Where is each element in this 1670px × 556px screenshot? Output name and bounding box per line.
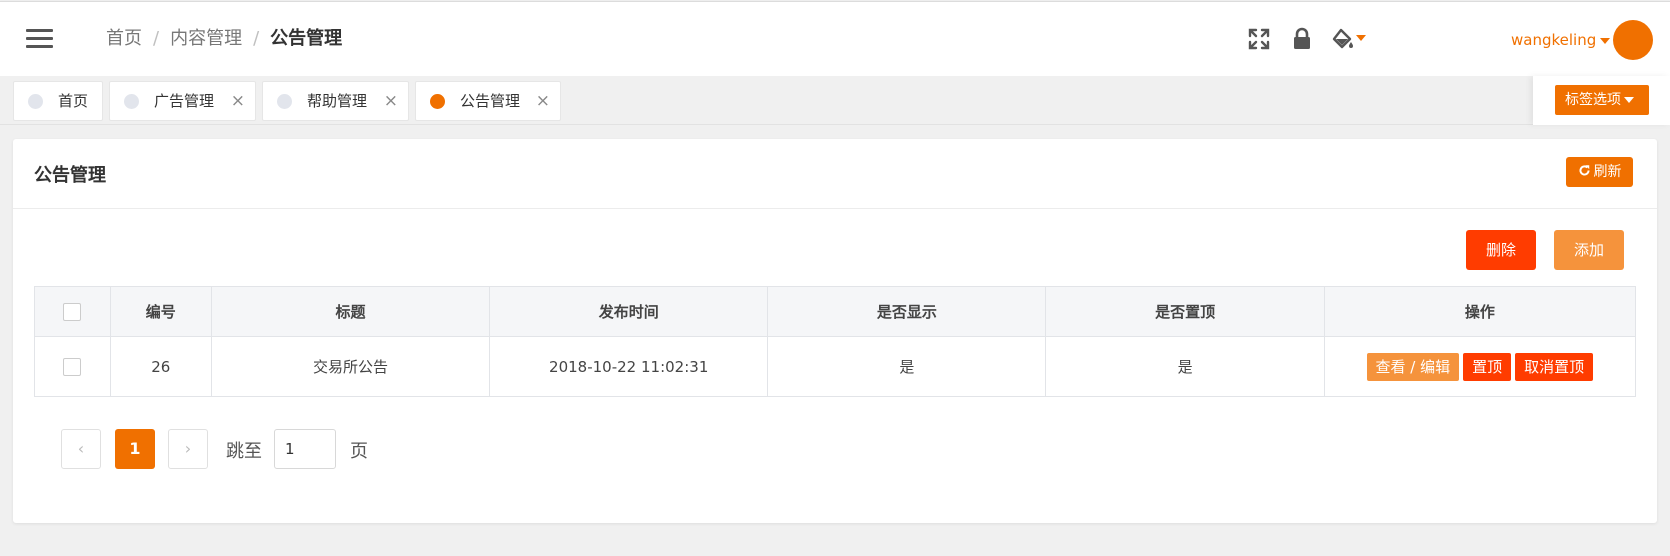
view-edit-button[interactable]: 查看 / 编辑 [1366, 352, 1460, 381]
refresh-label: 刷新 [1593, 164, 1622, 180]
notice-table: 编号 标题 发布时间 是否显示 是否置顶 操作 26 交易所公告 2018-10… [34, 286, 1637, 397]
close-icon[interactable]: × [231, 82, 245, 120]
notice-card: 公告管理 刷新 删除 添加 编号 标题 发布时间 是否显示 是否置顶 操作 26… [13, 139, 1657, 523]
tab-dot-icon [430, 94, 445, 109]
page-suffix-label: 页 [350, 441, 368, 462]
pin-top-button[interactable]: 置顶 [1463, 352, 1512, 381]
cell-show: 是 [767, 336, 1047, 397]
jump-page-input[interactable] [274, 429, 336, 469]
column-header-actions: 操作 [1323, 286, 1637, 337]
chevron-down-icon [1356, 35, 1366, 41]
cell-publish-time: 2018-10-22 11:02:31 [489, 336, 769, 397]
breadcrumb-content-management[interactable]: 内容管理 [170, 28, 242, 49]
card-header: 公告管理 刷新 [13, 139, 1657, 209]
user-name: wangkeling [1511, 31, 1597, 49]
jump-to-label: 跳至 [226, 441, 262, 462]
cell-title: 交易所公告 [210, 336, 491, 397]
paint-bucket-icon [1332, 28, 1353, 49]
tab-label: 首页 [58, 92, 89, 110]
tab-dot-icon [28, 94, 43, 109]
breadcrumb-separator: / [153, 28, 160, 49]
tab-home[interactable]: 首页 [13, 81, 103, 121]
tab-options-button[interactable]: 标签选项 [1555, 85, 1649, 115]
table-row: 26 交易所公告 2018-10-22 11:02:31 是 是 查看 / 编辑… [34, 336, 1637, 397]
column-header-show: 是否显示 [767, 286, 1047, 337]
breadcrumb-separator: / [253, 28, 260, 49]
tab-help-management[interactable]: 帮助管理 × [262, 81, 409, 121]
chevron-down-icon [1624, 97, 1634, 103]
breadcrumb-current: 公告管理 [270, 28, 343, 49]
fullscreen-icon[interactable] [1247, 27, 1271, 51]
tab-notice-management[interactable]: 公告管理 × [415, 81, 561, 121]
tab-label: 公告管理 [460, 92, 521, 110]
tab-dot-icon [277, 94, 292, 109]
card-title: 公告管理 [34, 165, 106, 186]
close-icon[interactable]: × [536, 82, 550, 120]
table-header-row: 编号 标题 发布时间 是否显示 是否置顶 操作 [34, 286, 1637, 337]
breadcrumb: 首页 / 内容管理 / 公告管理 [106, 26, 342, 52]
select-all-cell [34, 286, 111, 337]
chevron-left-icon: ‹ [77, 439, 85, 458]
tab-label: 帮助管理 [307, 92, 368, 110]
cell-actions: 查看 / 编辑 置顶 取消置顶 [1323, 336, 1637, 397]
tab-label: 广告管理 [154, 92, 215, 110]
column-header-id: 编号 [109, 286, 212, 337]
cell-top: 是 [1045, 336, 1325, 397]
next-page-button[interactable]: › [168, 429, 208, 469]
tab-dot-icon [124, 94, 139, 109]
add-button[interactable]: 添加 [1554, 230, 1624, 270]
select-all-checkbox[interactable] [63, 302, 82, 321]
page-1-button[interactable]: 1 [115, 429, 155, 469]
tabs-bar: 首页 广告管理 × 帮助管理 × 公告管理 × [0, 76, 1670, 125]
avatar[interactable] [1613, 20, 1653, 60]
tab-options-label: 标签选项 [1565, 92, 1621, 108]
close-icon[interactable]: × [384, 82, 398, 120]
cell-id: 26 [109, 336, 212, 397]
refresh-button[interactable]: 刷新 [1566, 157, 1633, 187]
top-header: 首页 / 内容管理 / 公告管理 wangkeling [0, 1, 1670, 76]
column-header-title: 标题 [210, 286, 491, 337]
tab-options-area: 标签选项 [1533, 76, 1670, 125]
user-menu[interactable]: wangkeling [1511, 31, 1611, 49]
lock-icon[interactable] [1290, 27, 1314, 51]
row-checkbox[interactable] [63, 357, 82, 376]
unpin-top-button[interactable]: 取消置顶 [1515, 352, 1594, 381]
column-header-top: 是否置顶 [1045, 286, 1325, 337]
tab-ad-management[interactable]: 广告管理 × [109, 81, 256, 121]
chevron-right-icon: › [184, 439, 192, 458]
refresh-icon [1578, 165, 1590, 176]
chevron-down-icon [1600, 37, 1611, 44]
prev-page-button[interactable]: ‹ [61, 429, 101, 469]
breadcrumb-home[interactable]: 首页 [106, 28, 142, 49]
column-header-publish-time: 发布时间 [489, 286, 769, 337]
menu-toggle-icon[interactable] [26, 28, 53, 50]
row-select-cell [34, 336, 111, 397]
theme-switch[interactable] [1331, 27, 1371, 51]
delete-button[interactable]: 删除 [1466, 230, 1536, 270]
